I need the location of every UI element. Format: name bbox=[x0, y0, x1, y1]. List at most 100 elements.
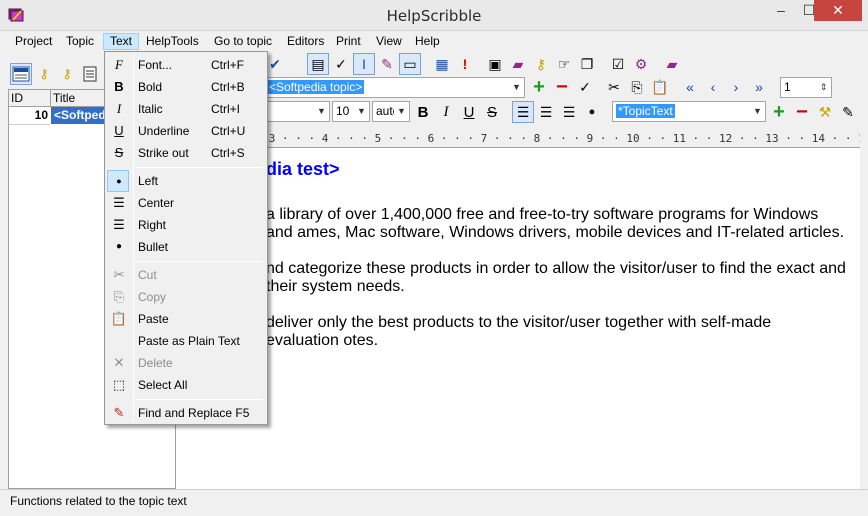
calendar-icon[interactable]: ▦ bbox=[431, 53, 453, 75]
menu-separator bbox=[135, 261, 263, 262]
spellcheck-icon[interactable]: ✎ bbox=[376, 53, 398, 75]
row-id: 10 bbox=[9, 107, 50, 125]
menu-item-select-all[interactable]: ⬚ Select All bbox=[107, 374, 265, 396]
first-topic-icon[interactable]: « bbox=[679, 76, 701, 98]
align-left-icon[interactable]: ☰ bbox=[512, 101, 534, 123]
paste-icon[interactable]: 📋 bbox=[649, 76, 671, 98]
font-icon: F bbox=[115, 57, 123, 72]
previous-topic-icon[interactable]: ‹ bbox=[702, 76, 724, 98]
menu-item-label: Delete bbox=[138, 356, 173, 370]
align-center-icon[interactable]: ☰ bbox=[535, 101, 557, 123]
menu-project[interactable]: Project bbox=[9, 33, 58, 50]
add-icon[interactable]: + bbox=[528, 76, 550, 98]
color-combo[interactable]: auto ▼ bbox=[372, 101, 410, 122]
key-icon[interactable]: ⚷ bbox=[530, 53, 552, 75]
bullet-icon[interactable]: ● bbox=[581, 101, 603, 123]
hand-icon[interactable]: ☞ bbox=[553, 53, 575, 75]
alert-icon[interactable]: ! bbox=[454, 53, 476, 75]
menu-help[interactable]: Help bbox=[409, 33, 446, 50]
chevron-down-icon[interactable]: ▼ bbox=[354, 102, 369, 121]
menu-item-find-replace[interactable]: ✎ Find and Replace F5 bbox=[107, 402, 265, 424]
menu-item-paste[interactable]: 📋 Paste bbox=[107, 308, 265, 330]
menu-item-shortcut: Ctrl+S bbox=[211, 146, 245, 160]
document-icon[interactable]: ▣ bbox=[484, 53, 506, 75]
align-left-icon: ● bbox=[116, 176, 122, 186]
keyword-icon[interactable]: ⚷ bbox=[33, 63, 55, 85]
next-topic-icon[interactable]: › bbox=[725, 76, 747, 98]
check-icon[interactable]: ✓ bbox=[574, 76, 596, 98]
menu-item-right[interactable]: ☰ Right bbox=[107, 214, 265, 236]
menu-item-paste-plain[interactable]: Paste as Plain Text bbox=[107, 330, 265, 352]
italic-icon[interactable]: I bbox=[435, 101, 457, 123]
add-style-icon[interactable]: + bbox=[768, 101, 790, 123]
page-icon[interactable]: ▤ bbox=[307, 53, 329, 75]
helpbook-icon[interactable]: ▰ bbox=[661, 53, 683, 75]
menu-item-cut[interactable]: ✂ Cut bbox=[107, 264, 265, 286]
menu-item-center[interactable]: ☰ Center bbox=[107, 192, 265, 214]
menu-item-label: Center bbox=[138, 196, 175, 210]
menu-editors[interactable]: Editors bbox=[281, 33, 330, 50]
menu-print[interactable]: Print bbox=[330, 33, 367, 50]
chevron-down-icon[interactable]: ▼ bbox=[394, 102, 409, 121]
checklist-icon[interactable]: ☑ bbox=[607, 53, 629, 75]
main-toolbar: ✔ ▤ ✓ I ✎ ▭ ▦ ! ▣ ▰ ⚷ ☞ ❐ ☑ ⚙ ▰ bbox=[176, 51, 860, 79]
font-size-combo[interactable]: 10 ▼ bbox=[332, 101, 370, 122]
column-id-header[interactable]: ID bbox=[11, 91, 23, 105]
topic-combo[interactable]: <Softpedia topic> ▼ bbox=[263, 77, 525, 98]
menu-item-left[interactable]: ● Left bbox=[107, 170, 265, 192]
a-keyword-icon[interactable]: ⚷ bbox=[56, 63, 78, 85]
menu-item-delete[interactable]: ✕ Delete bbox=[107, 352, 265, 374]
menu-helptools[interactable]: HelpTools bbox=[140, 33, 205, 50]
column-title-header[interactable]: Title bbox=[53, 91, 75, 105]
ruler[interactable]: · · · 2 · · · 3 · · · 4 · · · 5 · · · 6 … bbox=[176, 131, 860, 147]
menu-item-strikeout[interactable]: S Strike out Ctrl+S bbox=[107, 142, 265, 164]
book-icon[interactable]: ▰ bbox=[507, 53, 529, 75]
bold-icon[interactable]: B bbox=[412, 101, 434, 123]
browse-sequence-icon[interactable] bbox=[79, 63, 101, 85]
format-toolbar: ▼ 10 ▼ auto ▼ B I U S ☰ ☰ ☰ ● *TopicText… bbox=[176, 101, 860, 129]
title-view-icon[interactable] bbox=[10, 63, 32, 85]
menu-bar: Project Topic Text HelpTools Go to topic… bbox=[0, 31, 868, 51]
close-button[interactable]: ✕ bbox=[814, 0, 862, 21]
menu-item-italic[interactable]: I Italic Ctrl+I bbox=[107, 98, 265, 120]
menu-item-font[interactable]: F Font... Ctrl+F bbox=[107, 54, 265, 76]
menu-text[interactable]: Text bbox=[103, 33, 140, 50]
menu-topic[interactable]: Topic bbox=[60, 33, 100, 50]
text-cursor-icon[interactable]: I bbox=[353, 53, 375, 75]
menu-item-underline[interactable]: U Underline Ctrl+U bbox=[107, 120, 265, 142]
compile-icon[interactable]: ⚙ bbox=[630, 53, 652, 75]
strikeout-icon[interactable]: S bbox=[481, 101, 503, 123]
align-right-icon[interactable]: ☰ bbox=[558, 101, 580, 123]
style-tool-icon[interactable]: ⚒ bbox=[814, 101, 836, 123]
minimize-button[interactable]: – bbox=[767, 0, 795, 21]
menu-go-to-topic[interactable]: Go to topic bbox=[208, 33, 278, 50]
align-right-icon: ☰ bbox=[113, 217, 125, 232]
page-number-field[interactable]: 1 ⇕ bbox=[780, 77, 832, 98]
menu-item-label: Paste as Plain Text bbox=[138, 334, 240, 348]
menu-item-copy[interactable]: ⎘ Copy bbox=[107, 286, 265, 308]
check-small-icon[interactable]: ✓ bbox=[330, 53, 352, 75]
menu-item-bold[interactable]: B Bold Ctrl+B bbox=[107, 76, 265, 98]
copy-icon[interactable]: ⎘ bbox=[626, 76, 648, 98]
underline-icon[interactable]: U bbox=[458, 101, 480, 123]
menu-item-bullet[interactable]: ● Bullet bbox=[107, 236, 265, 258]
menu-view[interactable]: View bbox=[370, 33, 408, 50]
chevron-down-icon[interactable]: ▼ bbox=[750, 102, 765, 121]
abc-icon[interactable]: ▭ bbox=[399, 53, 421, 75]
topic-editor[interactable]: dia test> a library of over 1,400,000 fr… bbox=[176, 147, 860, 489]
remove-style-icon[interactable]: − bbox=[791, 101, 813, 123]
column-separator[interactable] bbox=[50, 90, 51, 107]
remove-icon[interactable]: − bbox=[551, 76, 573, 98]
scrollbar[interactable] bbox=[860, 147, 868, 489]
menu-item-label: Find and Replace F5 bbox=[138, 406, 250, 420]
chevron-down-icon[interactable]: ▼ bbox=[314, 102, 329, 121]
last-topic-icon[interactable]: » bbox=[748, 76, 770, 98]
windows-icon[interactable]: ❐ bbox=[576, 53, 598, 75]
style-combo[interactable]: *TopicText ▼ bbox=[612, 101, 766, 122]
style-editor-icon[interactable]: ✎ bbox=[837, 101, 859, 123]
cut-icon[interactable]: ✂ bbox=[603, 76, 625, 98]
stepper-icon[interactable]: ⇕ bbox=[816, 78, 831, 97]
font-name-combo[interactable]: ▼ bbox=[266, 101, 330, 122]
chevron-down-icon[interactable]: ▼ bbox=[509, 78, 524, 97]
menu-item-label: Paste bbox=[138, 312, 169, 326]
